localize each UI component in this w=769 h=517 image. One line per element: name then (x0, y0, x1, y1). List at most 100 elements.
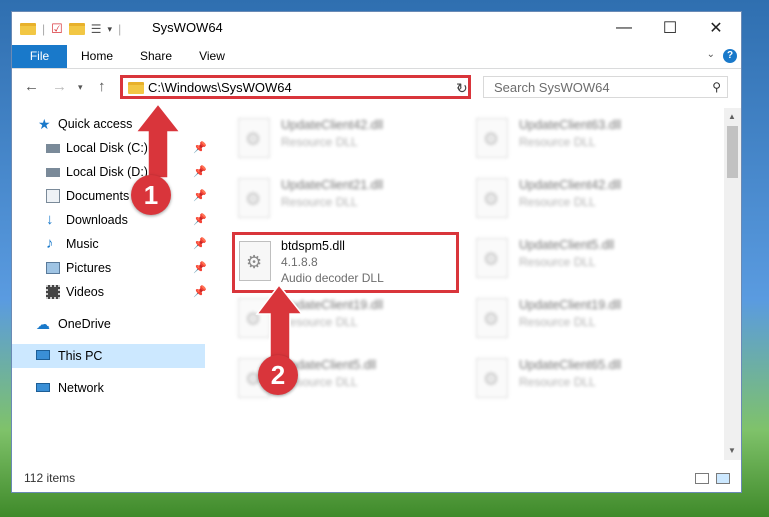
file-name: UpdateClient19.dll (281, 298, 384, 312)
file-description: Resource DLL (281, 135, 358, 149)
status-bar: 112 items (12, 468, 741, 492)
file-description: Resource DLL (281, 315, 358, 329)
folder-icon[interactable] (20, 23, 36, 35)
file-name: btdspm5.dll (281, 239, 345, 253)
dll-file-icon (238, 118, 270, 158)
ribbon-tabs: File Home Share View ⌄ ? (12, 45, 741, 69)
dll-file-icon (239, 241, 271, 281)
refresh-icon[interactable]: ↻ (456, 80, 468, 97)
file-item[interactable]: UpdateClient42.dll Resource DLL (471, 174, 696, 230)
file-list: UpdateClient42.dll Resource DLL UpdateCl… (209, 108, 724, 458)
pin-icon: 📌 (193, 190, 207, 202)
file-item[interactable]: UpdateClient5.dll Resource DLL (471, 234, 696, 290)
properties-icon[interactable]: ☑ (51, 21, 63, 37)
sidebar-item-downloads[interactable]: ↓ Downloads 📌 (12, 208, 207, 232)
download-icon: ↓ (46, 211, 54, 228)
pictures-icon (46, 262, 60, 274)
sidebar-item-documents[interactable]: Documents 📌 (12, 184, 207, 208)
pin-icon: 📌 (193, 214, 207, 226)
file-description: Resource DLL (519, 315, 596, 329)
file-name: UpdateClient19.dll (519, 298, 622, 312)
minimize-button[interactable]: — (601, 12, 647, 43)
sidebar-item-label: Documents (66, 189, 130, 203)
window-title: SysWOW64 (152, 20, 223, 35)
file-description: Audio decoder DLL (281, 271, 384, 285)
sidebar-item-this-pc[interactable]: This PC (12, 344, 205, 368)
maximize-button[interactable]: ☐ (647, 12, 693, 43)
file-item-btdspm5[interactable]: btdspm5.dll 4.1.8.8 Audio decoder DLL (232, 232, 459, 293)
sidebar-item-videos[interactable]: Videos 📌 (12, 280, 207, 304)
vertical-scrollbar[interactable]: ▲ ▼ (724, 108, 741, 460)
file-item[interactable]: UpdateClient19.dll Resource DLL (471, 294, 696, 350)
scroll-down-icon[interactable]: ▼ (728, 446, 736, 455)
step-2-badge: 2 (258, 355, 298, 395)
step-1-badge: 1 (131, 175, 171, 215)
sidebar-item-onedrive[interactable]: ☁ OneDrive (12, 312, 205, 336)
star-icon: ★ (38, 116, 51, 132)
pin-icon: 📌 (193, 142, 207, 154)
scroll-up-icon[interactable]: ▲ (728, 112, 736, 121)
title-bar: | ☑ ☰ ▾ | SysWOW64 — ☐ ✕ (12, 12, 741, 45)
sidebar-item-local-disk-c[interactable]: Local Disk (C:) 📌 (12, 136, 207, 160)
sidebar-item-quick-access[interactable]: ★ Quick access (12, 112, 205, 136)
file-name: UpdateClient42.dll (519, 178, 622, 192)
file-description: Resource DLL (519, 375, 596, 389)
sidebar-item-label: Network (58, 381, 104, 395)
file-item[interactable]: UpdateClient21.dll Resource DLL (233, 174, 458, 230)
dll-file-icon (476, 178, 508, 218)
new-folder-icon[interactable] (68, 23, 85, 35)
explorer-window: | ☑ ☰ ▾ | SysWOW64 — ☐ ✕ File Home Share… (12, 12, 741, 492)
back-icon[interactable]: ← (24, 78, 39, 95)
expand-ribbon-icon[interactable]: ⌄ (707, 49, 715, 60)
tab-home[interactable]: Home (74, 45, 120, 68)
help-icon[interactable]: ? (723, 49, 737, 63)
scrollbar-thumb[interactable] (727, 126, 738, 178)
navigation-bar: ← → ▾ ↑ C:\Windows\SysWOW64 ⌄ ↻ Search S… (12, 69, 741, 105)
recent-locations-icon[interactable]: ▾ (78, 82, 83, 93)
sidebar-item-local-disk-d[interactable]: Local Disk (D:) 📌 (12, 160, 207, 184)
tab-view[interactable]: View (192, 45, 232, 68)
customize-icon[interactable]: ☰ (91, 22, 102, 36)
qat-dropdown-icon[interactable]: ▾ (108, 24, 113, 35)
up-icon[interactable]: ↑ (98, 78, 106, 95)
close-button[interactable]: ✕ (693, 12, 739, 43)
file-description: Resource DLL (519, 135, 596, 149)
file-item[interactable]: UpdateClient19.dll Resource DLL (233, 294, 458, 350)
file-name: UpdateClient63.dll (519, 118, 622, 132)
pin-icon: 📌 (193, 238, 207, 250)
dll-file-icon (476, 118, 508, 158)
dll-file-icon (238, 298, 270, 338)
file-name: UpdateClient5.dll (519, 238, 615, 252)
sidebar-item-music[interactable]: ♪ Music 📌 (12, 232, 207, 256)
forward-icon[interactable]: → (52, 78, 67, 95)
file-item[interactable]: UpdateClient42.dll Resource DLL (233, 114, 458, 170)
computer-icon (36, 350, 50, 360)
sidebar-item-pictures[interactable]: Pictures 📌 (12, 256, 207, 280)
details-view-icon[interactable] (695, 473, 709, 484)
sidebar-item-network[interactable]: Network (12, 376, 205, 400)
file-description: Resource DLL (519, 255, 596, 269)
search-box[interactable]: Search SysWOW64 ⚲ (483, 76, 728, 98)
sidebar-item-label: Music (66, 237, 99, 251)
file-item[interactable]: UpdateClient63.dll Resource DLL (471, 114, 696, 170)
search-icon[interactable]: ⚲ (712, 80, 721, 94)
pin-icon: 📌 (193, 262, 207, 274)
address-path: C:\Windows\SysWOW64 (148, 80, 292, 95)
network-icon (36, 383, 50, 392)
tab-file[interactable]: File (12, 45, 67, 68)
separator: | (118, 22, 122, 36)
search-placeholder: Search SysWOW64 (494, 80, 610, 95)
videos-icon (46, 285, 60, 299)
address-bar[interactable]: C:\Windows\SysWOW64 ⌄ (120, 75, 471, 99)
tiles-view-icon[interactable] (716, 473, 730, 484)
dll-file-icon (476, 358, 508, 398)
quick-access-toolbar: | ☑ ☰ ▾ | (20, 21, 121, 37)
sidebar-item-label: OneDrive (58, 317, 111, 331)
sidebar-item-label: Local Disk (C:) (66, 141, 148, 155)
file-item[interactable]: UpdateClient65.dll Resource DLL (471, 354, 696, 410)
file-name: UpdateClient42.dll (281, 118, 384, 132)
navigation-pane: ★ Quick access Local Disk (C:) 📌 Local D… (12, 108, 209, 458)
separator: | (42, 22, 46, 36)
tab-share[interactable]: Share (132, 45, 180, 68)
folder-icon (128, 82, 144, 94)
